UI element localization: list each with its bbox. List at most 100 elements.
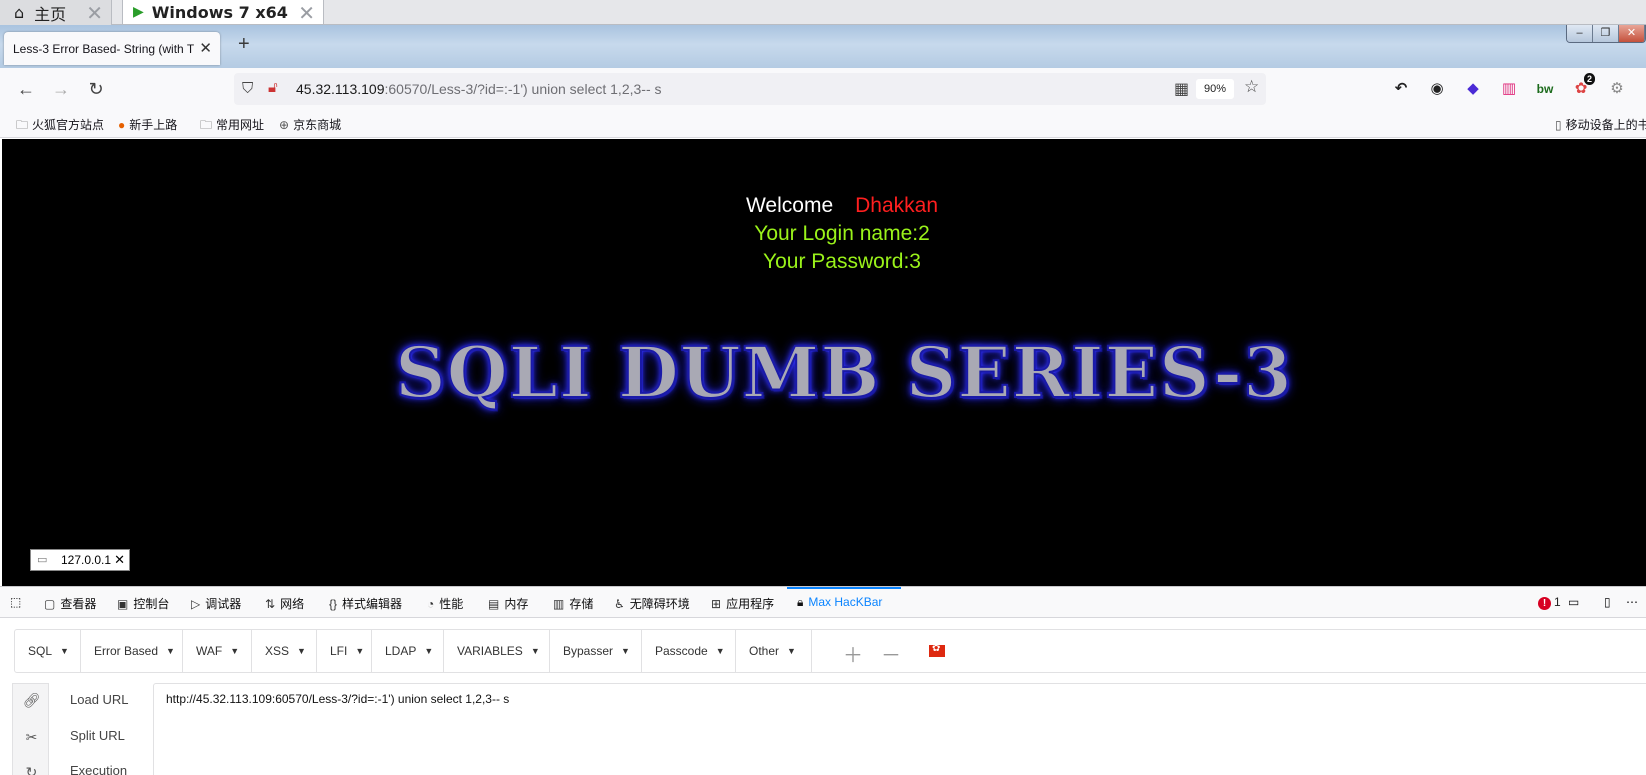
- window-controls: – ❐ ✕: [1566, 25, 1646, 43]
- grid-extension-icon[interactable]: ▥: [1496, 77, 1522, 101]
- bookmarks-bar: 🗀火狐官方站点 ●新手上路 🗀常用网址 ⊕京东商城 ▯移动设备上的书签: [0, 110, 1646, 138]
- url-text[interactable]: 45.32.113.109:60570/Less-3/?id=:-1') uni…: [296, 81, 662, 97]
- caret-down-icon: ▼: [787, 646, 796, 656]
- tab-application[interactable]: ⊞ 应用程序: [711, 595, 774, 612]
- tab-label: 内存: [504, 597, 529, 611]
- menu-label: VARIABLES: [457, 644, 523, 658]
- firefox-icon: ●: [118, 118, 126, 132]
- scissors-icon[interactable]: ✂: [13, 729, 50, 746]
- zoom-level[interactable]: 90%: [1196, 79, 1234, 99]
- welcome-line: Welcome Dhakkan: [2, 192, 1646, 220]
- hackbar-menu: SQL ▼ Error Based ▼ WAF ▼ XSS ▼ LFI ▼ LDAP ▼ V…: [14, 629, 1646, 673]
- undo-arrow-icon[interactable]: ↶: [1388, 77, 1414, 101]
- caret-down-icon: ▼: [530, 646, 540, 656]
- more-options-icon[interactable]: ⋯: [1626, 595, 1638, 609]
- menu-sql[interactable]: SQL ▼: [15, 630, 81, 672]
- plus-icon[interactable]: ＋: [843, 639, 863, 668]
- close-window-icon[interactable]: ✕: [1619, 25, 1645, 42]
- welcome-text: Welcome: [745, 194, 834, 217]
- menu-label: WAF: [196, 644, 223, 658]
- minimize-icon[interactable]: –: [1567, 25, 1593, 42]
- tab-accessibility[interactable]: ♿︎ 无障碍环境: [614, 595, 690, 612]
- server-icon: ▭: [37, 554, 48, 566]
- vm-tab-home[interactable]: ⌂ 主页 ✕: [0, 0, 112, 25]
- menu-other[interactable]: Other ▼: [736, 630, 812, 672]
- new-tab-button[interactable]: +: [238, 33, 250, 56]
- flag-icon[interactable]: [929, 643, 945, 657]
- link-icon[interactable]: 🔗︎: [13, 692, 50, 709]
- mobile-bookmarks-label: 移动设备上的书签: [1565, 118, 1646, 132]
- url-bar[interactable]: ⛉ 🔓︎ 45.32.113.109:60570/Less-3/?id=:-1'…: [234, 73, 1266, 105]
- back-arrow-icon[interactable]: ←: [14, 77, 38, 101]
- close-icon[interactable]: ✕: [298, 1, 315, 25]
- tab-max-hackbar[interactable]: 🔒︎ Max HacKBar: [797, 595, 882, 610]
- forward-arrow-icon[interactable]: →: [49, 77, 73, 101]
- tab-label: 控制台: [133, 597, 170, 611]
- bookmark-jd-mall[interactable]: ⊕ 京东商城: [279, 116, 341, 133]
- series-banner: SQLI DUMB SERIES-3: [394, 330, 1293, 415]
- bookmark-common-sites[interactable]: 🗀 常用网址: [200, 116, 264, 137]
- menu-label: XSS: [265, 644, 290, 658]
- split-url-button[interactable]: Split URL: [70, 728, 125, 743]
- load-url-button[interactable]: Load URL: [70, 692, 129, 707]
- menu-passcode[interactable]: Passcode ▼: [642, 630, 736, 672]
- hackbar-url-textarea[interactable]: http://45.32.113.109:60570/Less-3/?id=:-…: [153, 683, 1646, 775]
- tab-inspector[interactable]: ▢ 查看器: [44, 595, 96, 612]
- menu-error-based[interactable]: Error Based ▼: [81, 630, 183, 672]
- menu-variables[interactable]: VARIABLES ▼: [444, 630, 550, 672]
- home-icon: ⌂: [14, 3, 25, 22]
- layers-extension-icon[interactable]: ◆: [1460, 77, 1486, 101]
- refresh-icon[interactable]: ↻: [13, 764, 50, 775]
- menu-lfi[interactable]: LFI ▼: [317, 630, 372, 672]
- execution-button[interactable]: Execution: [70, 763, 127, 775]
- responsive-icon[interactable]: ▯: [1604, 595, 1611, 609]
- bw-extension-icon[interactable]: bw: [1532, 77, 1558, 101]
- tab-style-editor[interactable]: {} 样式编辑器: [329, 595, 402, 612]
- debugger-icon: ▷: [191, 597, 201, 611]
- close-icon[interactable]: ✕: [86, 1, 103, 25]
- tab-debugger[interactable]: ▷ 调试器: [191, 595, 241, 612]
- web-page: Welcome Dhakkan Your Login name:2 Your Pa…: [2, 139, 1646, 586]
- grid-icon: ⊞: [711, 597, 722, 611]
- console-icon: ▣: [117, 597, 129, 611]
- menu-label: Passcode: [655, 644, 708, 658]
- vm-tab-windows7[interactable]: ▶ Windows 7 x64 ✕: [122, 0, 324, 25]
- tab-label: 样式编辑器: [342, 597, 403, 611]
- reload-icon[interactable]: ↻: [84, 77, 108, 101]
- insecure-lock-icon[interactable]: 🔓︎: [268, 79, 278, 96]
- gauge-icon: ◔: [427, 597, 435, 611]
- browser-tab-active[interactable]: Less-3 Error Based- String (with T ✕: [4, 32, 220, 65]
- close-tab-icon[interactable]: ✕: [199, 39, 212, 57]
- menu-bypasser[interactable]: Bypasser ▼: [550, 630, 642, 672]
- bookmark-star-icon[interactable]: ☆: [1244, 77, 1259, 97]
- tab-performance[interactable]: ◔ 性能: [427, 595, 463, 612]
- close-icon[interactable]: ✕: [114, 552, 125, 568]
- tab-label: 存储: [569, 597, 594, 611]
- folder-icon: 🗀: [16, 118, 29, 132]
- cookie-extension-icon[interactable]: ✿ 2: [1568, 73, 1596, 101]
- tab-label: Max HacKBar: [808, 595, 883, 609]
- element-picker-icon[interactable]: ⬚: [10, 595, 21, 609]
- qr-code-icon[interactable]: ▦: [1174, 79, 1189, 99]
- error-count-badge[interactable]: ! 1: [1538, 595, 1561, 610]
- lock-icon: 🔒︎: [797, 595, 804, 609]
- bookmark-firefox-official[interactable]: 🗀 火狐官方站点: [16, 116, 104, 137]
- tab-network[interactable]: ⇅ 网络: [265, 595, 304, 612]
- restore-icon[interactable]: ❐: [1593, 25, 1619, 42]
- ring-extension-icon[interactable]: ◉: [1424, 77, 1450, 101]
- hackbar-side-icons: 🔗︎ ✂ ↻: [12, 683, 49, 775]
- shield-icon[interactable]: ⛉: [242, 80, 253, 97]
- puzzle-extension-icon[interactable]: ⚙: [1604, 77, 1630, 101]
- folder-icon: 🗀: [200, 118, 213, 132]
- tab-storage[interactable]: ▥ 存储: [553, 595, 593, 612]
- menu-ldap[interactable]: LDAP ▼: [372, 630, 444, 672]
- menu-label: SQL: [28, 644, 53, 658]
- tab-memory[interactable]: ▤ 内存: [488, 595, 528, 612]
- minus-icon[interactable]: －: [881, 639, 901, 668]
- dock-side-icon[interactable]: ▭: [1568, 595, 1579, 609]
- tab-console[interactable]: ▣ 控制台: [117, 595, 169, 612]
- bookmark-getting-started[interactable]: ● 新手上路: [118, 116, 177, 133]
- menu-waf[interactable]: WAF ▼: [183, 630, 252, 672]
- mobile-bookmarks[interactable]: ▯移动设备上的书签: [1555, 116, 1646, 133]
- menu-xss[interactable]: XSS ▼: [252, 630, 317, 672]
